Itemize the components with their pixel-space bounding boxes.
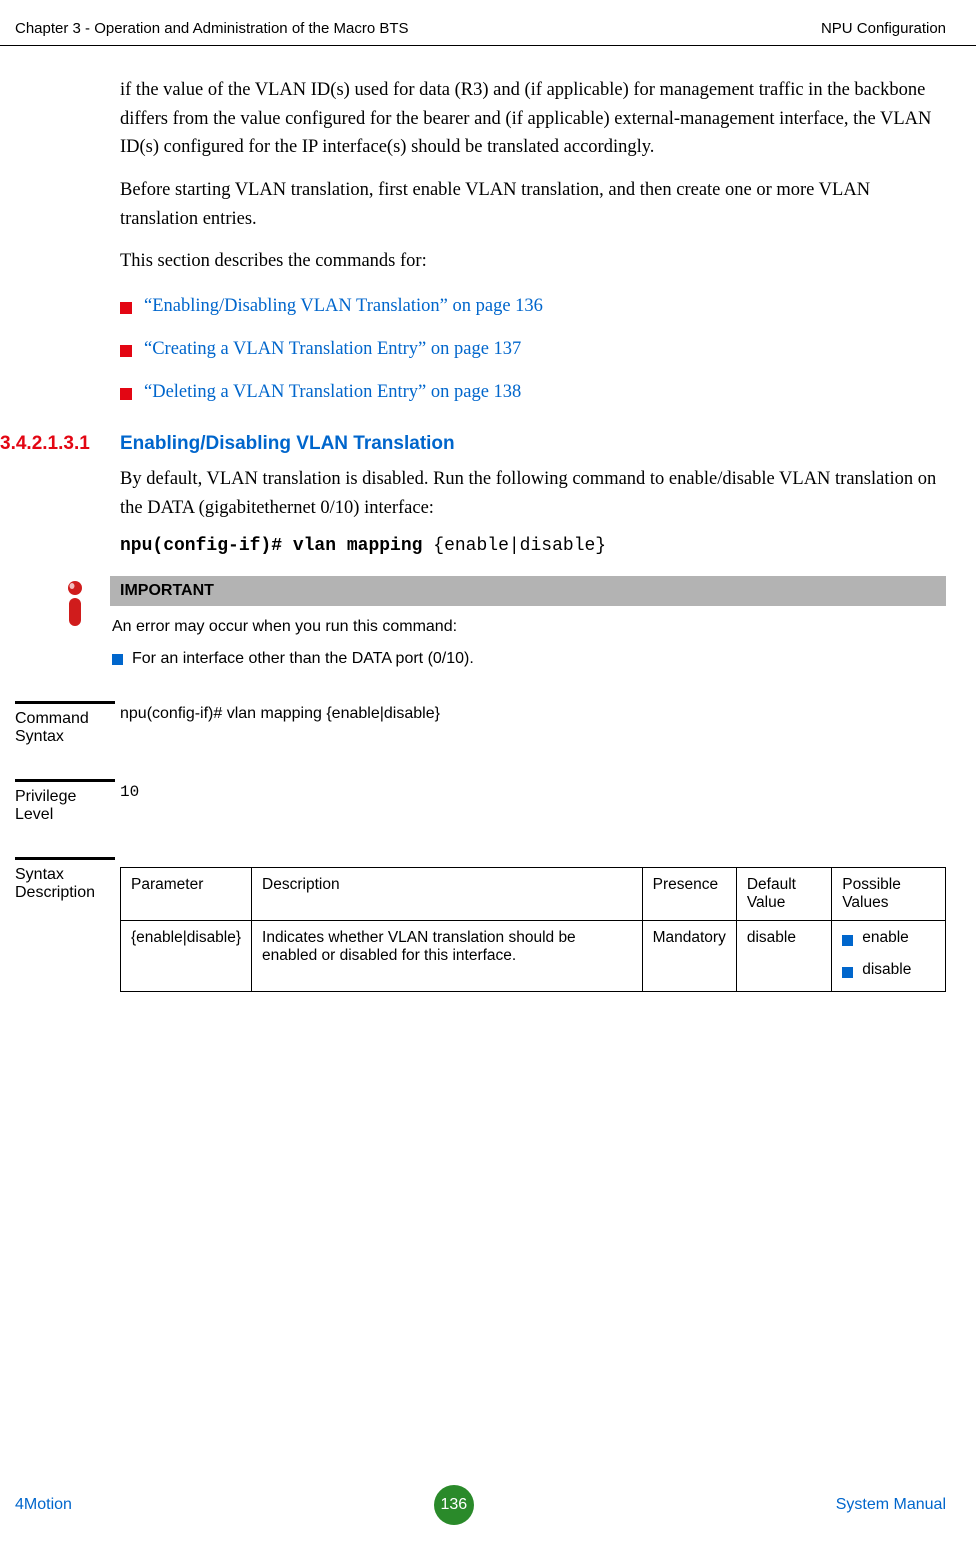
col-presence: Presence — [642, 868, 736, 921]
paragraph: Before starting VLAN translation, first … — [120, 176, 946, 233]
col-description: Description — [252, 868, 643, 921]
paragraph: if the value of the VLAN ID(s) used for … — [120, 76, 946, 162]
list-item: “Creating a VLAN Translation Entry” on p… — [120, 339, 946, 360]
section-number: 3.4.2.1.3.1 — [0, 433, 120, 455]
list-item: “Deleting a VLAN Translation Entry” on p… — [120, 382, 946, 403]
cell-default: disable — [736, 921, 831, 992]
bullet-icon — [842, 935, 853, 946]
table-row: {enable|disable} Indicates whether VLAN … — [121, 921, 946, 992]
important-label: IMPORTANT — [110, 576, 946, 606]
privilege-level-block: Privilege Level 10 — [15, 771, 946, 824]
code-command: npu(config-if)# vlan mapping {enable|dis… — [120, 536, 946, 556]
bullet-icon — [842, 967, 853, 978]
paragraph: By default, VLAN translation is disabled… — [120, 465, 946, 522]
section-title: Enabling/Disabling VLAN Translation — [120, 433, 455, 455]
info-icon — [40, 576, 110, 668]
value-text: enable — [862, 929, 909, 947]
header-right: NPU Configuration — [821, 20, 946, 37]
syntax-description-block: Syntax Description Parameter Description… — [15, 849, 946, 992]
table-header-row: Parameter Description Presence Default V… — [121, 868, 946, 921]
important-body: An error may occur when you run this com… — [110, 606, 946, 668]
footer-left: 4Motion — [15, 1496, 72, 1514]
section-heading: 3.4.2.1.3.1 Enabling/Disabling VLAN Tran… — [0, 433, 946, 455]
bullet-icon — [120, 345, 132, 357]
cell-parameter: {enable|disable} — [121, 921, 252, 992]
cell-description: Indicates whether VLAN translation shoul… — [252, 921, 643, 992]
important-note: IMPORTANT An error may occur when you ru… — [40, 576, 946, 668]
link-list: “Enabling/Disabling VLAN Translation” on… — [120, 296, 946, 403]
bullet-icon — [120, 388, 132, 400]
syntax-table-wrapper: Parameter Description Presence Default V… — [120, 849, 946, 992]
bullet-icon — [120, 302, 132, 314]
col-parameter: Parameter — [121, 868, 252, 921]
syntax-table: Parameter Description Presence Default V… — [120, 867, 946, 992]
info-label: Syntax Description — [15, 857, 115, 902]
code-bold: npu(config-if)# vlan mapping — [120, 536, 433, 556]
header-left: Chapter 3 - Operation and Administration… — [15, 20, 409, 37]
list-item: For an interface other than the DATA por… — [112, 650, 940, 668]
value-option: disable — [842, 961, 935, 979]
info-label: Privilege Level — [15, 779, 115, 824]
command-syntax-value: npu(config-if)# vlan mapping {enable|dis… — [120, 693, 946, 723]
cell-presence: Mandatory — [642, 921, 736, 992]
list-item: “Enabling/Disabling VLAN Translation” on… — [120, 296, 946, 317]
cell-possible-values: enable disable — [832, 921, 946, 992]
important-item: For an interface other than the DATA por… — [132, 650, 474, 668]
value-option: enable — [842, 929, 935, 947]
paragraph: This section describes the commands for: — [120, 247, 946, 276]
important-text: An error may occur when you run this com… — [112, 618, 940, 636]
cross-ref-link[interactable]: “Creating a VLAN Translation Entry” on p… — [144, 339, 521, 360]
content-area: if the value of the VLAN ID(s) used for … — [0, 76, 976, 992]
info-label: Command Syntax — [15, 701, 115, 746]
cross-ref-link[interactable]: “Enabling/Disabling VLAN Translation” on… — [144, 296, 543, 317]
col-possible: Possible Values — [832, 868, 946, 921]
cross-ref-link[interactable]: “Deleting a VLAN Translation Entry” on p… — [144, 382, 521, 403]
bullet-icon — [112, 654, 123, 665]
value-text: disable — [862, 961, 911, 979]
col-default: Default Value — [736, 868, 831, 921]
code-args: {enable|disable} — [433, 536, 606, 556]
footer-right: System Manual — [836, 1496, 946, 1514]
page-footer: 4Motion 136 System Manual — [15, 1485, 946, 1525]
privilege-level-value: 10 — [120, 771, 946, 801]
command-syntax-block: Command Syntax npu(config-if)# vlan mapp… — [15, 693, 946, 746]
page-header: Chapter 3 - Operation and Administration… — [0, 0, 976, 46]
page-number: 136 — [434, 1485, 474, 1525]
important-content: IMPORTANT An error may occur when you ru… — [110, 576, 946, 668]
